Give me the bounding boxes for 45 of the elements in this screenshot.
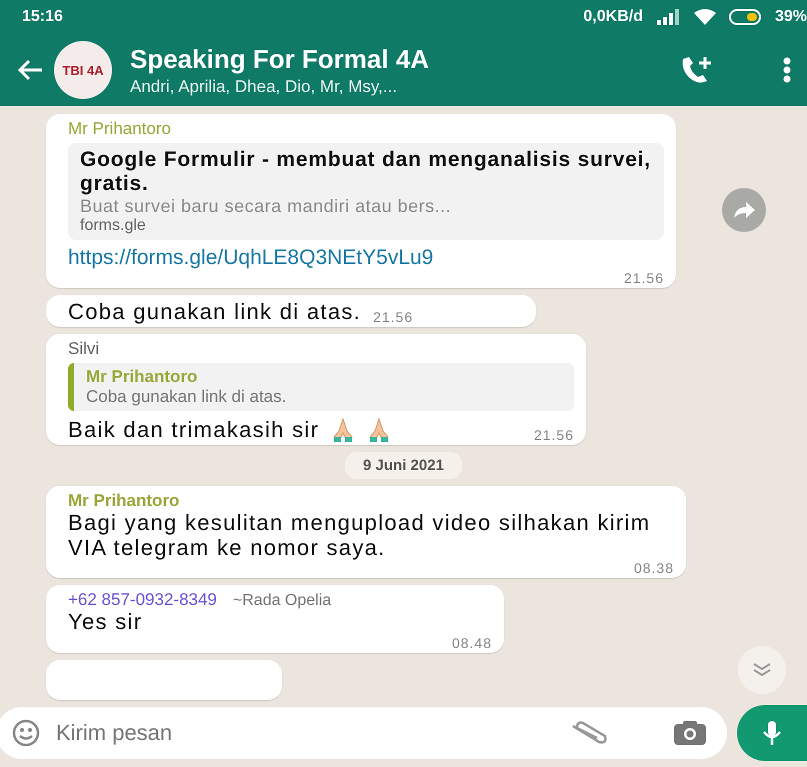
status-time: 15:16 bbox=[22, 8, 63, 26]
message-text: Baik dan trimakasih sir bbox=[68, 418, 320, 443]
quoted-message[interactable]: Mr Prihantoro Coba gunakan link di atas. bbox=[68, 362, 574, 411]
preview-title: Google Formulir - membuat dan menganalisis survei, gratis. bbox=[80, 148, 652, 196]
chat-title[interactable]: Speaking For Formal 4A bbox=[130, 44, 669, 74]
forward-icon bbox=[733, 202, 755, 218]
camera-icon[interactable] bbox=[673, 720, 707, 746]
message-time: 21.56 bbox=[534, 426, 574, 443]
sender-name: +62 857-0932-8349 bbox=[68, 590, 217, 610]
chat-participants: Andri, Aprilia, Dhea, Dio, Mr, Msy,... bbox=[130, 76, 398, 96]
message-text: Bagi yang kesulitan mengupload video silhakan kirim VIA telegram ke nomor saya. bbox=[68, 510, 652, 560]
praying-hands-icon bbox=[331, 416, 356, 443]
battery-percent: 39% bbox=[774, 8, 807, 26]
scroll-down-button[interactable] bbox=[738, 646, 786, 694]
message-time: 08.38 bbox=[634, 560, 674, 576]
battery-icon bbox=[728, 9, 763, 25]
message-text: Yes sir bbox=[68, 610, 144, 635]
forward-button[interactable] bbox=[722, 188, 766, 232]
message-link[interactable]: https://forms.gle/UqhLE8Q3NEtY5vLu9 bbox=[68, 246, 664, 270]
sender-name: Silvi bbox=[68, 338, 100, 359]
link-preview[interactable]: Google Formulir - membuat dan menganalisis survei, gratis. Buat survei baru secara mandiri atau bers... forms.gle bbox=[68, 143, 664, 240]
quoted-sender: Mr Prihantoro bbox=[86, 366, 198, 387]
group-avatar[interactable]: TBI 4A bbox=[54, 41, 112, 99]
emoji-icon[interactable] bbox=[12, 719, 40, 747]
preview-domain: forms.gle bbox=[80, 217, 147, 236]
praying-hands-icon bbox=[367, 416, 392, 443]
signal-icon bbox=[654, 9, 681, 25]
quoted-text: Coba gunakan link di atas. bbox=[86, 386, 288, 407]
date-divider: 9 Juni 2021 bbox=[345, 452, 462, 479]
message-text: Coba gunakan link di atas. bbox=[68, 300, 362, 325]
microphone-button[interactable] bbox=[737, 705, 807, 761]
message-time: 21.56 bbox=[373, 308, 414, 325]
menu-icon[interactable] bbox=[783, 57, 791, 83]
sender-name: Mr Prihantoro bbox=[68, 119, 172, 139]
message-field[interactable]: Kirim pesan bbox=[0, 707, 727, 759]
back-icon[interactable] bbox=[18, 59, 44, 81]
wifi-icon bbox=[692, 8, 717, 26]
data-rate: 0,0KB/d bbox=[583, 8, 643, 26]
sender-name: Mr Prihantoro bbox=[68, 490, 180, 511]
double-chevron-icon bbox=[752, 662, 772, 678]
message-time: 21.56 bbox=[624, 270, 664, 286]
message-time: 08.48 bbox=[452, 634, 492, 651]
microphone-icon bbox=[761, 720, 783, 746]
preview-description: Buat survei baru secara mandiri atau bers... bbox=[80, 196, 452, 218]
sender-alias: ~Rada Opelia bbox=[232, 592, 332, 610]
